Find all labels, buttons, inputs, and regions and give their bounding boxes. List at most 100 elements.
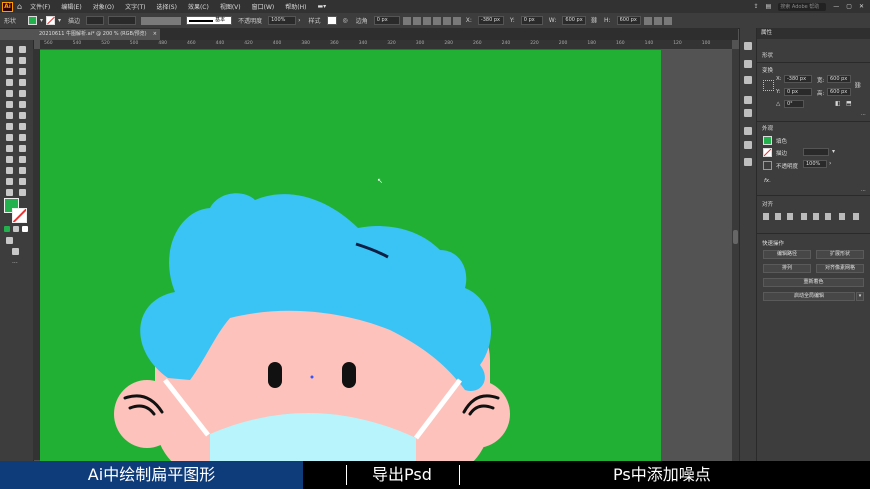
x-field[interactable]: -380 px: [784, 75, 812, 83]
transform-icon[interactable]: [643, 16, 652, 25]
draw-mode-icon[interactable]: [6, 237, 13, 244]
screen-mode-icon[interactable]: [12, 248, 19, 255]
stroke-label[interactable]: 描边: [68, 16, 80, 25]
properties-panel-icon[interactable]: [744, 42, 752, 50]
opacity-more-icon[interactable]: ›: [829, 160, 831, 167]
align-bottom-icon[interactable]: [452, 16, 461, 25]
align-h-center-icon[interactable]: [775, 213, 781, 220]
pen-tool-icon[interactable]: [6, 68, 13, 75]
curvature-tool-icon[interactable]: [19, 68, 26, 75]
minimize-button[interactable]: —: [833, 3, 839, 10]
none-mode-icon[interactable]: [22, 226, 28, 232]
vertical-scrollbar[interactable]: [732, 49, 739, 461]
align-top-icon[interactable]: [432, 16, 441, 25]
recolor-icon[interactable]: ◎: [343, 17, 348, 24]
variable-width-dropdown[interactable]: [108, 16, 137, 25]
home-icon[interactable]: ⌂: [17, 2, 22, 11]
h-input[interactable]: 600 px: [616, 16, 641, 25]
scale-tool-icon[interactable]: [19, 112, 26, 119]
stroke-dropdown-icon[interactable]: ▾: [58, 17, 61, 24]
global-edit-dropdown-icon[interactable]: ▾: [856, 292, 864, 301]
flip-vertical-icon[interactable]: ⬒: [846, 100, 852, 107]
global-edit-button[interactable]: 启动全局编辑: [763, 292, 855, 301]
menu-view[interactable]: 视图(V): [220, 2, 241, 11]
graphic-style-dropdown[interactable]: [326, 16, 337, 25]
appearance-opacity-input[interactable]: 100%: [803, 160, 827, 168]
menu-effect[interactable]: 效果(C): [188, 2, 209, 11]
appearance-stroke-dropdown-icon[interactable]: ▾: [832, 148, 835, 155]
menu-type[interactable]: 文字(T): [125, 2, 145, 11]
reference-point-icon[interactable]: [763, 80, 774, 91]
rotate-tool-icon[interactable]: [6, 112, 13, 119]
appearance-opacity-label[interactable]: 不透明度: [776, 162, 798, 170]
share-icon[interactable]: ⇪: [754, 3, 759, 10]
align-left-icon[interactable]: [402, 16, 411, 25]
y-field[interactable]: 0 px: [784, 88, 812, 96]
link-dimensions-icon[interactable]: ⛓: [854, 82, 862, 89]
direct-selection-tool-icon[interactable]: [19, 46, 26, 53]
color-mode-icon[interactable]: [4, 226, 10, 232]
appearance-panel-icon[interactable]: [744, 158, 752, 166]
appearance-stroke-swatch[interactable]: [763, 148, 772, 157]
layers-panel-icon[interactable]: [744, 76, 752, 84]
gradient-mode-icon[interactable]: [13, 226, 19, 232]
x-input[interactable]: -380 px: [477, 16, 504, 25]
appearance-fill-label[interactable]: 填色: [776, 137, 787, 145]
slice-tool-icon[interactable]: [19, 178, 26, 185]
properties-panel-title[interactable]: 属性: [757, 28, 870, 39]
fill-swatch[interactable]: [28, 16, 38, 25]
arrange-button[interactable]: 排列: [763, 264, 811, 273]
opacity-input[interactable]: 100%: [268, 16, 297, 25]
line-tool-icon[interactable]: [19, 79, 26, 86]
align-center-icon[interactable]: [412, 16, 421, 25]
swatches-panel-icon[interactable]: [744, 109, 752, 117]
character-illustration[interactable]: [40, 50, 661, 461]
align-v-center-icon[interactable]: [813, 213, 819, 220]
stroke-color-swatch[interactable]: [12, 208, 27, 223]
brush-preview[interactable]: [141, 16, 182, 25]
align-bottom-edge-icon[interactable]: [825, 213, 831, 220]
edit-path-button[interactable]: 编辑路径: [763, 250, 811, 259]
blend-tool-icon[interactable]: [19, 156, 26, 163]
stroke-swatch[interactable]: [46, 16, 56, 25]
fx-button[interactable]: fx.: [764, 178, 771, 184]
symbol-sprayer-tool-icon[interactable]: [6, 167, 13, 174]
opacity-swatch[interactable]: [763, 161, 772, 170]
menu-select[interactable]: 选择(S): [156, 2, 177, 11]
mesh-tool-icon[interactable]: [19, 145, 26, 152]
menu-edit[interactable]: 编辑(E): [61, 2, 81, 11]
style-label[interactable]: 样式: [308, 16, 320, 25]
type-tool-icon[interactable]: [6, 79, 13, 86]
corner-label[interactable]: 边角: [356, 16, 368, 25]
pixel-grid-button[interactable]: 对齐像素网格: [816, 264, 864, 273]
color-panel-icon[interactable]: [744, 96, 752, 104]
maximize-button[interactable]: ▢: [846, 3, 852, 10]
y-input[interactable]: 0 px: [520, 16, 543, 25]
workspace-switcher-icon[interactable]: ▬▾: [317, 3, 326, 10]
stroke-style-dropdown[interactable]: 基本: [186, 16, 233, 25]
hand-tool-icon[interactable]: [6, 189, 13, 196]
corner-radius-input[interactable]: 0 px: [373, 16, 400, 25]
menu-file[interactable]: 文件(F): [30, 2, 50, 11]
close-tab-icon[interactable]: ×: [153, 29, 157, 40]
paintbrush-tool-icon[interactable]: [19, 90, 26, 97]
rectangle-tool-icon[interactable]: [6, 90, 13, 97]
edit-toolbar-icon[interactable]: ···: [12, 260, 18, 267]
menu-object[interactable]: 对象(O): [93, 2, 114, 11]
fill-dropdown-icon[interactable]: ▾: [40, 17, 43, 24]
lasso-tool-icon[interactable]: [19, 57, 26, 64]
document-tab[interactable]: 20210611 牛图解析.ai* @ 200 % (RGB/预览) ×: [36, 29, 160, 40]
magic-wand-tool-icon[interactable]: [6, 57, 13, 64]
scroll-thumb[interactable]: [733, 230, 738, 244]
help-search-input[interactable]: 搜索 Adobe 帮助: [778, 2, 827, 11]
angle-field[interactable]: 0°: [784, 100, 804, 108]
brushes-panel-icon[interactable]: [744, 127, 752, 135]
close-window-button[interactable]: ✕: [859, 3, 864, 10]
w-field[interactable]: 600 px: [827, 75, 851, 83]
zoom-tool-icon[interactable]: [19, 189, 26, 196]
more-transform-icon[interactable]: ···: [861, 112, 866, 118]
appearance-stroke-label[interactable]: 描边: [776, 149, 787, 157]
app-logo-icon[interactable]: Ai: [2, 1, 13, 12]
horizontal-ruler[interactable]: 560 540 520 500 480 460 440 420 400 380 360 340 320 3…: [40, 40, 732, 50]
perspective-grid-tool-icon[interactable]: [6, 145, 13, 152]
